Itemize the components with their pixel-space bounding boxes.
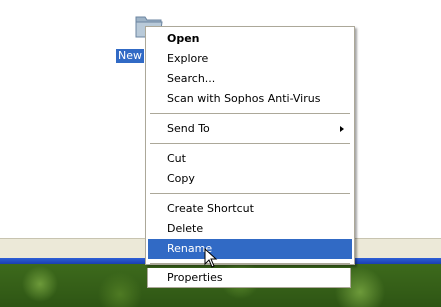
menu-item-delete[interactable]: Delete [148, 219, 352, 239]
menu-separator [150, 193, 350, 194]
menu-item-properties[interactable]: Properties [147, 268, 351, 288]
menu-item-cut[interactable]: Cut [148, 149, 352, 169]
menu-item-send-to-label: Send To [167, 122, 210, 135]
menu-item-copy[interactable]: Copy [148, 169, 352, 189]
menu-item-open[interactable]: Open [148, 29, 352, 49]
menu-item-create-shortcut[interactable]: Create Shortcut [148, 199, 352, 219]
menu-separator [150, 113, 350, 114]
menu-separator [150, 143, 350, 144]
menu-item-scan-sophos[interactable]: Scan with Sophos Anti-Virus [148, 89, 352, 109]
menu-separator [150, 263, 350, 264]
menu-item-search[interactable]: Search... [148, 69, 352, 89]
context-menu: Open Explore Search... Scan with Sophos … [145, 26, 355, 265]
submenu-arrow-icon [340, 126, 344, 132]
folder-label[interactable]: New [116, 49, 144, 63]
mouse-pointer-icon [204, 248, 218, 268]
menu-item-rename[interactable]: Rename [148, 239, 352, 259]
menu-item-send-to[interactable]: Send To [148, 119, 352, 139]
menu-item-explore[interactable]: Explore [148, 49, 352, 69]
